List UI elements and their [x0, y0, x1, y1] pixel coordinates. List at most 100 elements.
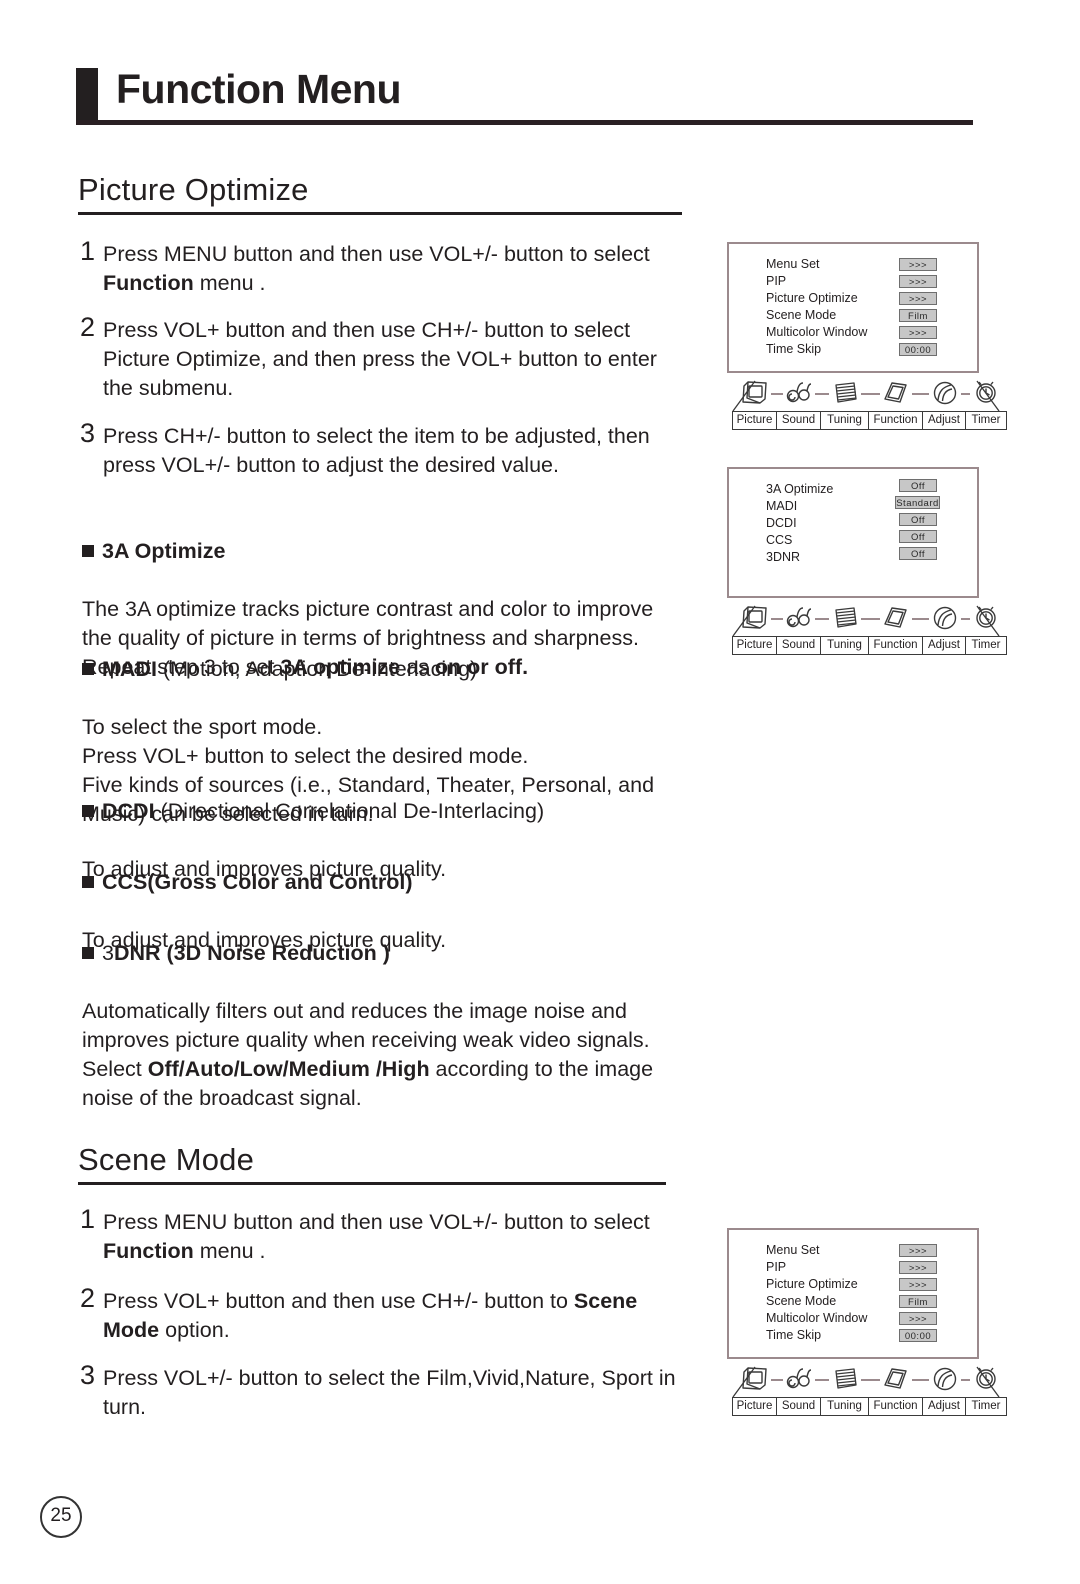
section-rule-picture-optimize	[78, 212, 682, 215]
osd-tab-picture[interactable]: Picture	[733, 637, 777, 654]
picture-icon[interactable]	[739, 604, 771, 632]
osd-tab-tuning[interactable]: Tuning	[821, 1398, 869, 1415]
step-2-picture-optimize: 2 Press VOL+ button and then use CH+/- b…	[80, 312, 680, 403]
osd-row-value[interactable]: Off	[899, 547, 937, 560]
function-icon[interactable]	[880, 1365, 912, 1393]
osd-row-label: Picture Optimize	[766, 1277, 858, 1291]
osd-tab-tuning[interactable]: Tuning	[821, 412, 869, 429]
function-icon[interactable]	[880, 604, 912, 632]
step-1-picture-optimize: 1 Press MENU button and then use VOL+/- …	[80, 236, 680, 298]
step-number: 1	[80, 236, 96, 266]
tuning-icon[interactable]	[829, 379, 861, 407]
osd-row-value[interactable]: >>>	[899, 1261, 937, 1274]
osd-picture-optimize-submenu: 3A Optimize Off MADI Standard DCDI Off CCS Off 3…	[727, 467, 1007, 657]
tuning-icon[interactable]	[829, 1365, 861, 1393]
osd-row-list: Menu Set >>> PIP >>> Picture Optimize >>> Scen…	[729, 244, 977, 371]
osd-tab-sound[interactable]: Sound	[777, 1398, 821, 1415]
picture-icon[interactable]	[739, 379, 771, 407]
osd-row-value[interactable]: >>>	[899, 326, 937, 339]
topic-title: CCS(Gross Color and Control)	[82, 868, 712, 897]
step-number: 2	[80, 312, 96, 342]
osd-row-value[interactable]: >>>	[899, 1312, 937, 1325]
section-rule-scene-mode	[78, 1182, 666, 1185]
osd-row-value[interactable]: Standard	[895, 496, 940, 509]
page-title: Function Menu	[116, 66, 402, 112]
osd-row-value[interactable]: >>>	[899, 1244, 937, 1257]
osd-row-value[interactable]: Off	[899, 530, 937, 543]
osd-tab-picture[interactable]: Picture	[733, 1398, 777, 1415]
timer-icon[interactable]	[970, 604, 1002, 632]
osd-row-label: Menu Set	[766, 1243, 820, 1257]
osd-row-value[interactable]: 00:00	[899, 343, 937, 356]
osd-tab-adjust[interactable]: Adjust	[923, 412, 966, 429]
step-number: 1	[80, 1204, 96, 1234]
topic-title: 3DNR (3D Noise Reduction )	[82, 939, 712, 968]
header-divider	[76, 120, 973, 125]
osd-tab-sound[interactable]: Sound	[777, 637, 821, 654]
osd-tab-picture[interactable]: Picture	[733, 412, 777, 429]
sound-icon[interactable]	[783, 1365, 815, 1393]
osd-function-menu-bottom: Menu Set >>> PIP >>> Picture Optimize >>> Scen…	[727, 1228, 1007, 1418]
step-2-scene-mode: 2 Press VOL+ button and then use CH+/- b…	[80, 1283, 676, 1345]
osd-icon-row	[727, 600, 1005, 634]
adjust-icon[interactable]	[928, 1365, 961, 1393]
osd-tab-function[interactable]: Function	[869, 637, 923, 654]
osd-row-value[interactable]: Film	[899, 309, 937, 322]
osd-tab-sound[interactable]: Sound	[777, 412, 821, 429]
osd-row-label: Picture Optimize	[766, 291, 858, 305]
timer-icon[interactable]	[970, 1365, 1002, 1393]
adjust-icon[interactable]	[928, 604, 961, 632]
osd-row-value[interactable]: 00:00	[899, 1329, 937, 1342]
osd-tab-timer[interactable]: Timer	[966, 1398, 1006, 1415]
osd-navigation-bar: Picture Sound Tuning Function Adjust Timer	[727, 375, 1007, 431]
osd-tab-timer[interactable]: Timer	[966, 412, 1006, 429]
bullet-square-icon	[82, 805, 94, 817]
topic-title: MADI (Motion, Adaption De-Interlacing)	[82, 655, 712, 684]
page-header: Function Menu	[76, 66, 976, 130]
osd-row-label: DCDI	[766, 516, 797, 530]
osd-row-value[interactable]: Off	[899, 479, 937, 492]
picture-icon[interactable]	[739, 1365, 771, 1393]
sound-icon[interactable]	[783, 379, 815, 407]
bullet-square-icon	[82, 947, 94, 959]
header-accent-block	[76, 68, 98, 120]
bullet-square-icon	[82, 876, 94, 888]
section-heading-scene-mode: Scene Mode	[78, 1142, 255, 1177]
timer-icon[interactable]	[970, 379, 1002, 407]
osd-tab-function[interactable]: Function	[869, 412, 923, 429]
step-number: 2	[80, 1283, 96, 1313]
function-icon[interactable]	[880, 379, 912, 407]
osd-row-value[interactable]: Off	[899, 513, 937, 526]
osd-tab-timer[interactable]: Timer	[966, 637, 1006, 654]
osd-tab-function[interactable]: Function	[869, 1398, 923, 1415]
sound-icon[interactable]	[783, 604, 815, 632]
step-text: Press VOL+/- button to select the Film,V…	[103, 1366, 676, 1419]
osd-row-list: 3A Optimize Off MADI Standard DCDI Off CCS Off 3…	[729, 469, 977, 596]
osd-row-label: MADI	[766, 499, 798, 513]
osd-row-value[interactable]: >>>	[899, 292, 937, 305]
osd-tab-tuning[interactable]: Tuning	[821, 637, 869, 654]
step-text: Press VOL+ button and then use CH+/- but…	[103, 1289, 638, 1342]
topic-3dnr: 3DNR (3D Noise Reduction ) Automatically…	[82, 910, 712, 1142]
osd-tab-adjust[interactable]: Adjust	[923, 1398, 966, 1415]
osd-navigation-bar: Picture Sound Tuning Function Adjust Timer	[727, 1361, 1007, 1417]
topic-title: 3A Optimize	[82, 537, 707, 566]
osd-row-value[interactable]: >>>	[899, 1278, 937, 1291]
osd-row-label: Scene Mode	[766, 308, 837, 322]
osd-function-menu-top: Menu Set >>> PIP >>> Picture Optimize >>> Scen…	[727, 242, 1007, 432]
section-heading-picture-optimize: Picture Optimize	[78, 172, 309, 207]
adjust-icon[interactable]	[928, 379, 961, 407]
step-3-scene-mode: 3 Press VOL+/- button to select the Film…	[80, 1360, 680, 1422]
osd-row-value[interactable]: >>>	[899, 258, 937, 271]
osd-icon-row	[727, 375, 1005, 409]
osd-row-value[interactable]: Film	[899, 1295, 937, 1308]
step-text: Press MENU button and then use VOL+/- bu…	[103, 242, 650, 295]
step-text: Press MENU button and then use VOL+/- bu…	[103, 1210, 650, 1263]
osd-row-label: Scene Mode	[766, 1294, 837, 1308]
osd-screen-frame: Menu Set >>> PIP >>> Picture Optimize >>> Scen…	[727, 1228, 979, 1359]
tuning-icon[interactable]	[829, 604, 861, 632]
osd-row-label: Time Skip	[766, 1328, 822, 1342]
osd-tab-adjust[interactable]: Adjust	[923, 637, 966, 654]
osd-row-value[interactable]: >>>	[899, 275, 937, 288]
step-text: Press VOL+ button and then use CH+/- but…	[103, 318, 657, 400]
